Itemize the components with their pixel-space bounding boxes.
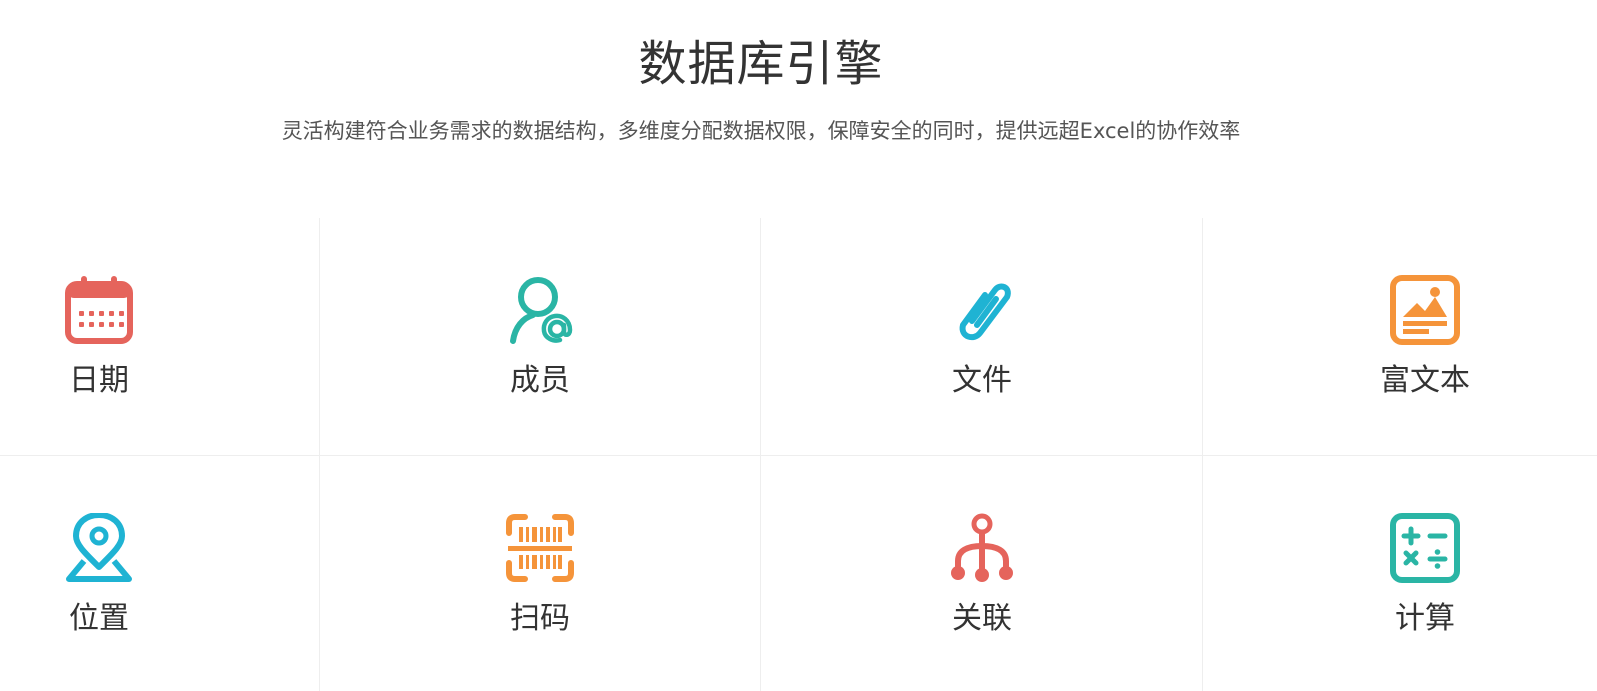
feature-label: 扫码 xyxy=(510,601,570,636)
page-subtitle: 灵活构建符合业务需求的数据结构，多维度分配数据权限，保障安全的同时，提供远超Ex… xyxy=(281,119,1241,143)
feature-item-date[interactable]: 日期 xyxy=(29,275,169,415)
paperclip-icon xyxy=(959,283,1011,341)
feature-label: 日期 xyxy=(69,363,129,398)
relation-tree-icon xyxy=(951,513,1013,582)
feature-grid: 日期 成员 文件 富文本 位置 扫码 关联 计算 xyxy=(0,218,1597,691)
member-at-icon xyxy=(510,277,573,344)
feature-label: 位置 xyxy=(69,601,129,636)
feature-label: 文件 xyxy=(952,363,1012,398)
feature-item-richtext[interactable]: 富文本 xyxy=(1355,275,1495,415)
barcode-scan-icon xyxy=(506,514,574,582)
image-text-icon xyxy=(1390,275,1460,345)
feature-item-calculation[interactable]: 计算 xyxy=(1355,513,1495,653)
feature-item-location[interactable]: 位置 xyxy=(29,513,169,653)
feature-label: 富文本 xyxy=(1380,363,1470,398)
feature-item-file[interactable]: 文件 xyxy=(912,275,1052,415)
grid-divider xyxy=(0,455,1597,456)
location-pin-icon xyxy=(66,513,132,582)
feature-item-relation[interactable]: 关联 xyxy=(912,513,1052,653)
page-title: 数据库引擎 xyxy=(638,36,884,92)
feature-item-member[interactable]: 成员 xyxy=(470,275,610,415)
feature-label: 关联 xyxy=(952,601,1012,636)
feature-label: 成员 xyxy=(510,363,570,398)
calculator-icon xyxy=(1390,513,1460,583)
calendar-icon xyxy=(65,276,133,344)
feature-item-scan[interactable]: 扫码 xyxy=(470,513,610,653)
feature-label: 计算 xyxy=(1395,601,1455,636)
